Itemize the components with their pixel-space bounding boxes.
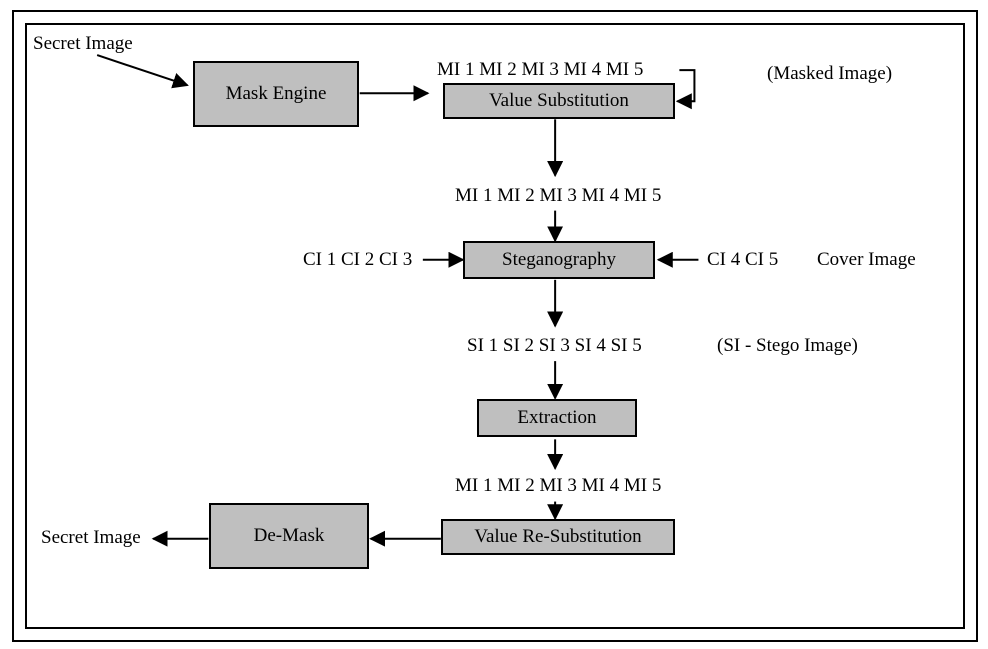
value-re-substitution-text: Value Re-Substitution	[474, 526, 641, 548]
secret-image-out-label: Secret Image	[41, 527, 141, 549]
extraction-box: Extraction	[477, 399, 637, 437]
mi-sequence-bottom: MI 1 MI 2 MI 3 MI 4 MI 5	[455, 475, 661, 497]
si-sequence: SI 1 SI 2 SI 3 SI 4 SI 5	[467, 335, 642, 357]
de-mask-box: De-Mask	[209, 503, 369, 569]
stego-image-label: (SI - Stego Image)	[717, 335, 858, 357]
cover-image-label: Cover Image	[817, 249, 916, 271]
masked-image-label: (Masked Image)	[767, 63, 892, 85]
mi-sequence-mid: MI 1 MI 2 MI 3 MI 4 MI 5	[455, 185, 661, 207]
mask-engine-box: Mask Engine	[193, 61, 359, 127]
extraction-text: Extraction	[517, 407, 596, 429]
mask-engine-text: Mask Engine	[226, 83, 327, 105]
ci-left-sequence: CI 1 CI 2 CI 3	[303, 249, 412, 271]
ci-right-sequence: CI 4 CI 5	[707, 249, 778, 271]
value-substitution-box: Value Substitution	[443, 83, 675, 119]
value-substitution-text: Value Substitution	[489, 90, 629, 112]
steganography-box: Steganography	[463, 241, 655, 279]
de-mask-text: De-Mask	[254, 525, 325, 547]
mi-sequence-top: MI 1 MI 2 MI 3 MI 4 MI 5	[437, 59, 643, 81]
value-re-substitution-box: Value Re-Substitution	[441, 519, 675, 555]
secret-image-in-label: Secret Image	[33, 33, 133, 55]
steganography-text: Steganography	[502, 249, 616, 271]
